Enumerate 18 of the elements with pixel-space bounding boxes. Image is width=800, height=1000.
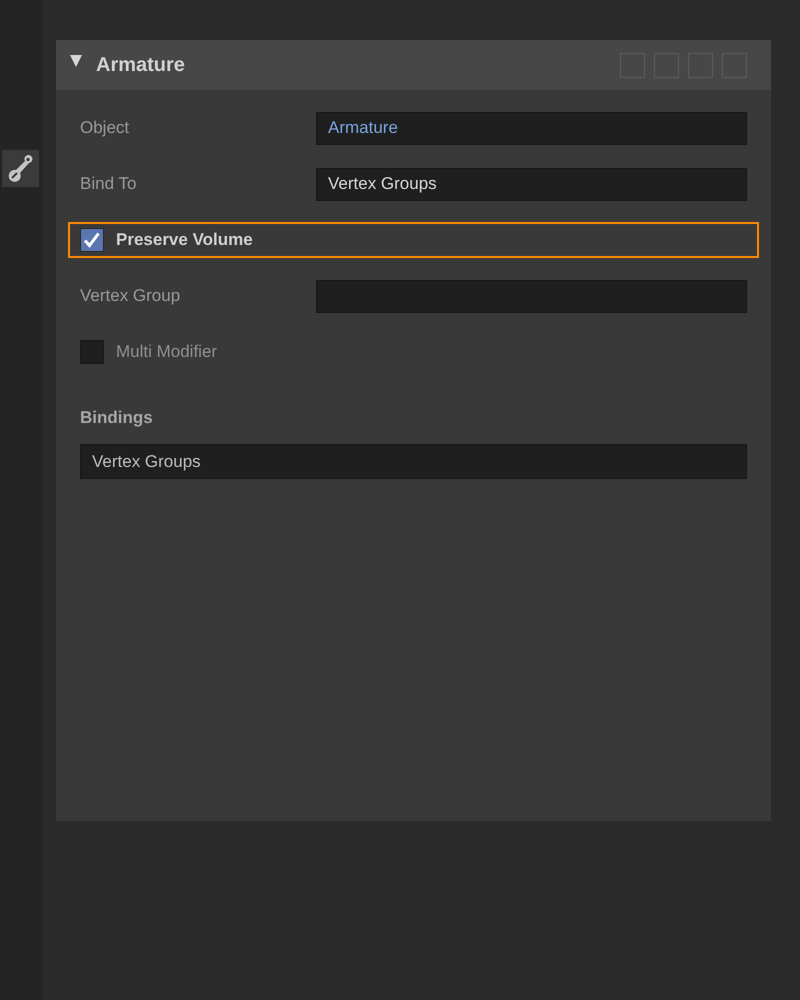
checkbox-row[interactable]: Preserve Volume	[68, 222, 759, 258]
object-field[interactable]: Armature	[316, 112, 747, 144]
checkbox-label: Preserve Volume	[116, 230, 253, 250]
checkbox[interactable]	[80, 228, 104, 252]
checkbox[interactable]	[80, 340, 104, 364]
triangle-icon[interactable]	[70, 55, 82, 67]
dropdown-field[interactable]	[316, 280, 747, 312]
wrench-icon	[8, 154, 34, 184]
section-title: Bindings	[80, 408, 154, 428]
dropdown-field[interactable]: Vertex Groups	[316, 168, 747, 200]
field-label: Bind To	[80, 174, 138, 194]
sidebar-tab[interactable]	[2, 150, 39, 187]
panel-title: Armature	[96, 54, 185, 76]
bindings-field[interactable]: Vertex Groups	[80, 444, 747, 479]
field-label: Vertex Group	[80, 286, 182, 306]
checkbox-label: Multi Modifier	[116, 342, 218, 362]
checkbox-row[interactable]: Multi Modifier	[68, 334, 759, 370]
field-label: Object	[80, 118, 130, 138]
